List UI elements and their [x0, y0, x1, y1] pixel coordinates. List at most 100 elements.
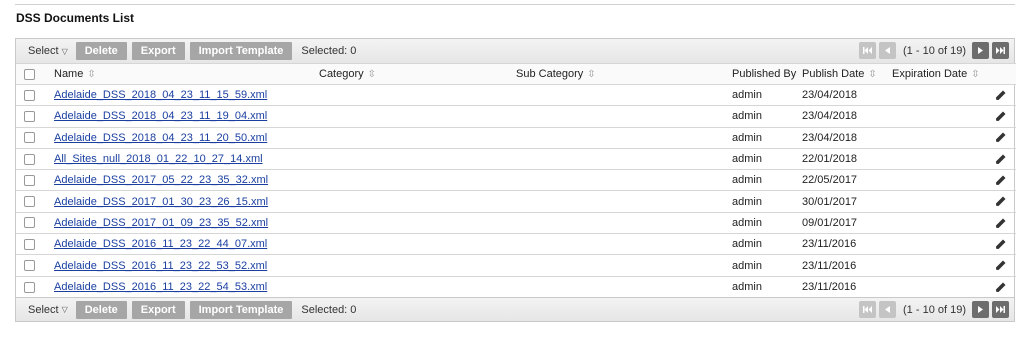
sub-category-cell	[516, 255, 732, 276]
first-page-icon	[863, 47, 873, 54]
document-link[interactable]: Adelaide_DSS_2018_04_23_11_15_59.xml	[54, 89, 267, 101]
delete-button[interactable]: Delete	[75, 42, 127, 60]
sub-category-cell	[516, 191, 732, 212]
edit-button[interactable]	[995, 238, 1006, 250]
document-link[interactable]: Adelaide_DSS_2017_01_09_23_35_52.xml	[54, 217, 268, 229]
import-template-button[interactable]: Import Template	[189, 42, 293, 60]
row-checkbox[interactable]	[24, 174, 35, 186]
document-link[interactable]: Adelaide_DSS_2018_04_23_11_19_04.xml	[54, 110, 267, 122]
document-link[interactable]: Adelaide_DSS_2016_11_23_22_53_52.xml	[54, 260, 267, 272]
row-checkbox[interactable]	[24, 196, 35, 208]
prev-page-button[interactable]	[879, 301, 897, 319]
last-page-icon	[996, 47, 1005, 54]
row-checkbox[interactable]	[24, 110, 35, 122]
column-header-name[interactable]: Name ⇳	[54, 64, 319, 85]
edit-button[interactable]	[995, 174, 1006, 186]
row-checkbox[interactable]	[24, 153, 35, 165]
document-link[interactable]: Adelaide_DSS_2017_01_30_23_26_15.xml	[54, 196, 268, 208]
pager: (1 - 10 of 19)	[859, 301, 1009, 319]
documents-panel: Select ▽ Delete Export Import Template S…	[15, 38, 1016, 323]
category-cell	[319, 106, 516, 127]
next-page-icon	[978, 306, 983, 314]
pencil-icon	[996, 175, 1006, 185]
page-title: DSS Documents List	[16, 11, 135, 25]
category-cell	[319, 148, 516, 169]
row-checkbox[interactable]	[24, 89, 35, 101]
row-checkbox[interactable]	[24, 217, 35, 229]
row-checkbox[interactable]	[24, 260, 35, 272]
row-checkbox[interactable]	[24, 238, 35, 250]
document-link[interactable]: Adelaide_DSS_2017_05_22_23_35_32.xml	[54, 174, 268, 186]
sub-category-cell	[516, 276, 732, 297]
edit-button[interactable]	[995, 89, 1006, 101]
first-page-button[interactable]	[859, 301, 877, 319]
table-row: Adelaide_DSS_2017_01_30_23_26_15.xml admi…	[16, 190, 1016, 212]
published-by-cell: admin	[732, 259, 762, 272]
document-link[interactable]: All_Sites_null_2018_01_22_10_27_14.xml	[54, 153, 263, 165]
select-dropdown[interactable]: Select ▽	[28, 45, 68, 57]
edit-button[interactable]	[995, 260, 1006, 272]
sub-category-cell	[516, 106, 732, 127]
documents-table: Name ⇳ Category ⇳ Sub Category ⇳ Published …	[16, 63, 1016, 297]
category-cell	[319, 170, 516, 191]
edit-button[interactable]	[995, 132, 1006, 144]
published-by-cell: admin	[732, 281, 762, 294]
next-page-button[interactable]	[972, 301, 989, 319]
column-header-publish-date[interactable]: Publish Date ⇳	[802, 64, 892, 85]
sub-category-cell	[516, 127, 732, 148]
table-row: Adelaide_DSS_2016_11_23_22_53_52.xml admi…	[16, 254, 1016, 276]
edit-button[interactable]	[995, 196, 1006, 208]
publish-date-cell: 23/04/2018	[802, 110, 858, 123]
table-row: Adelaide_DSS_2017_05_22_23_35_32.xml admi…	[16, 169, 1016, 191]
column-header-published-by[interactable]: Published By	[732, 64, 802, 85]
column-header-expiration-date[interactable]: Expiration Date ⇳	[892, 64, 1016, 85]
category-cell	[319, 127, 516, 148]
pencil-icon	[996, 111, 1006, 122]
last-page-button[interactable]	[992, 42, 1009, 59]
column-header-category[interactable]: Category ⇳	[319, 64, 516, 85]
publish-date-cell: 22/05/2017	[802, 174, 858, 187]
document-link[interactable]: Adelaide_DSS_2016_11_23_22_54_53.xml	[54, 281, 267, 293]
publish-date-cell: 22/01/2018	[802, 153, 858, 166]
pager-count: (1 - 10 of 19)	[903, 44, 966, 57]
table-row: Adelaide_DSS_2016_11_23_22_54_53.xml admi…	[16, 276, 1016, 297]
category-cell	[319, 234, 516, 255]
chevron-down-icon: ▽	[61, 46, 68, 56]
publish-date-cell: 09/01/2017	[802, 216, 858, 229]
edit-button[interactable]	[995, 110, 1006, 122]
edit-button[interactable]	[995, 217, 1006, 229]
export-button[interactable]: Export	[131, 42, 185, 60]
export-button[interactable]: Export	[131, 300, 185, 319]
table-row: Adelaide_DSS_2018_04_23_11_20_50.xml admi…	[16, 127, 1016, 148]
publish-date-cell: 23/04/2018	[802, 131, 858, 144]
edit-button[interactable]	[995, 281, 1006, 293]
import-template-button[interactable]: Import Template	[189, 300, 293, 319]
row-checkbox[interactable]	[24, 281, 35, 293]
select-all-checkbox[interactable]	[24, 68, 35, 80]
chevron-down-icon: ▽	[61, 305, 68, 315]
prev-page-button[interactable]	[879, 42, 897, 59]
bottom-toolbar: Select ▽ Delete Export Import Template S…	[16, 297, 1014, 322]
pencil-icon	[996, 196, 1006, 207]
first-page-button[interactable]	[859, 42, 877, 59]
next-page-button[interactable]	[972, 42, 989, 59]
table-row: Adelaide_DSS_2017_01_09_23_35_52.xml admi…	[16, 212, 1016, 233]
pencil-icon	[996, 154, 1006, 164]
select-label: Select	[28, 303, 59, 316]
sub-category-cell	[516, 170, 732, 191]
document-link[interactable]: Adelaide_DSS_2016_11_23_22_44_07.xml	[54, 238, 267, 250]
table-row: Adelaide_DSS_2018_04_23_11_15_59.xml admi…	[16, 84, 1016, 106]
sort-icon: ⇳	[971, 69, 980, 80]
published-by-cell: admin	[732, 174, 762, 187]
column-header-sub-category[interactable]: Sub Category ⇳	[516, 64, 732, 85]
delete-button[interactable]: Delete	[75, 300, 127, 319]
publish-date-cell: 23/11/2016	[802, 238, 857, 251]
last-page-button[interactable]	[992, 301, 1009, 319]
sub-category-cell	[516, 212, 732, 233]
table-row: Adelaide_DSS_2016_11_23_22_44_07.xml admi…	[16, 233, 1016, 255]
publish-date-cell: 30/01/2017	[802, 195, 858, 208]
edit-button[interactable]	[995, 153, 1006, 165]
document-link[interactable]: Adelaide_DSS_2018_04_23_11_20_50.xml	[54, 132, 267, 144]
select-dropdown[interactable]: Select ▽	[28, 304, 68, 316]
row-checkbox[interactable]	[24, 132, 35, 144]
